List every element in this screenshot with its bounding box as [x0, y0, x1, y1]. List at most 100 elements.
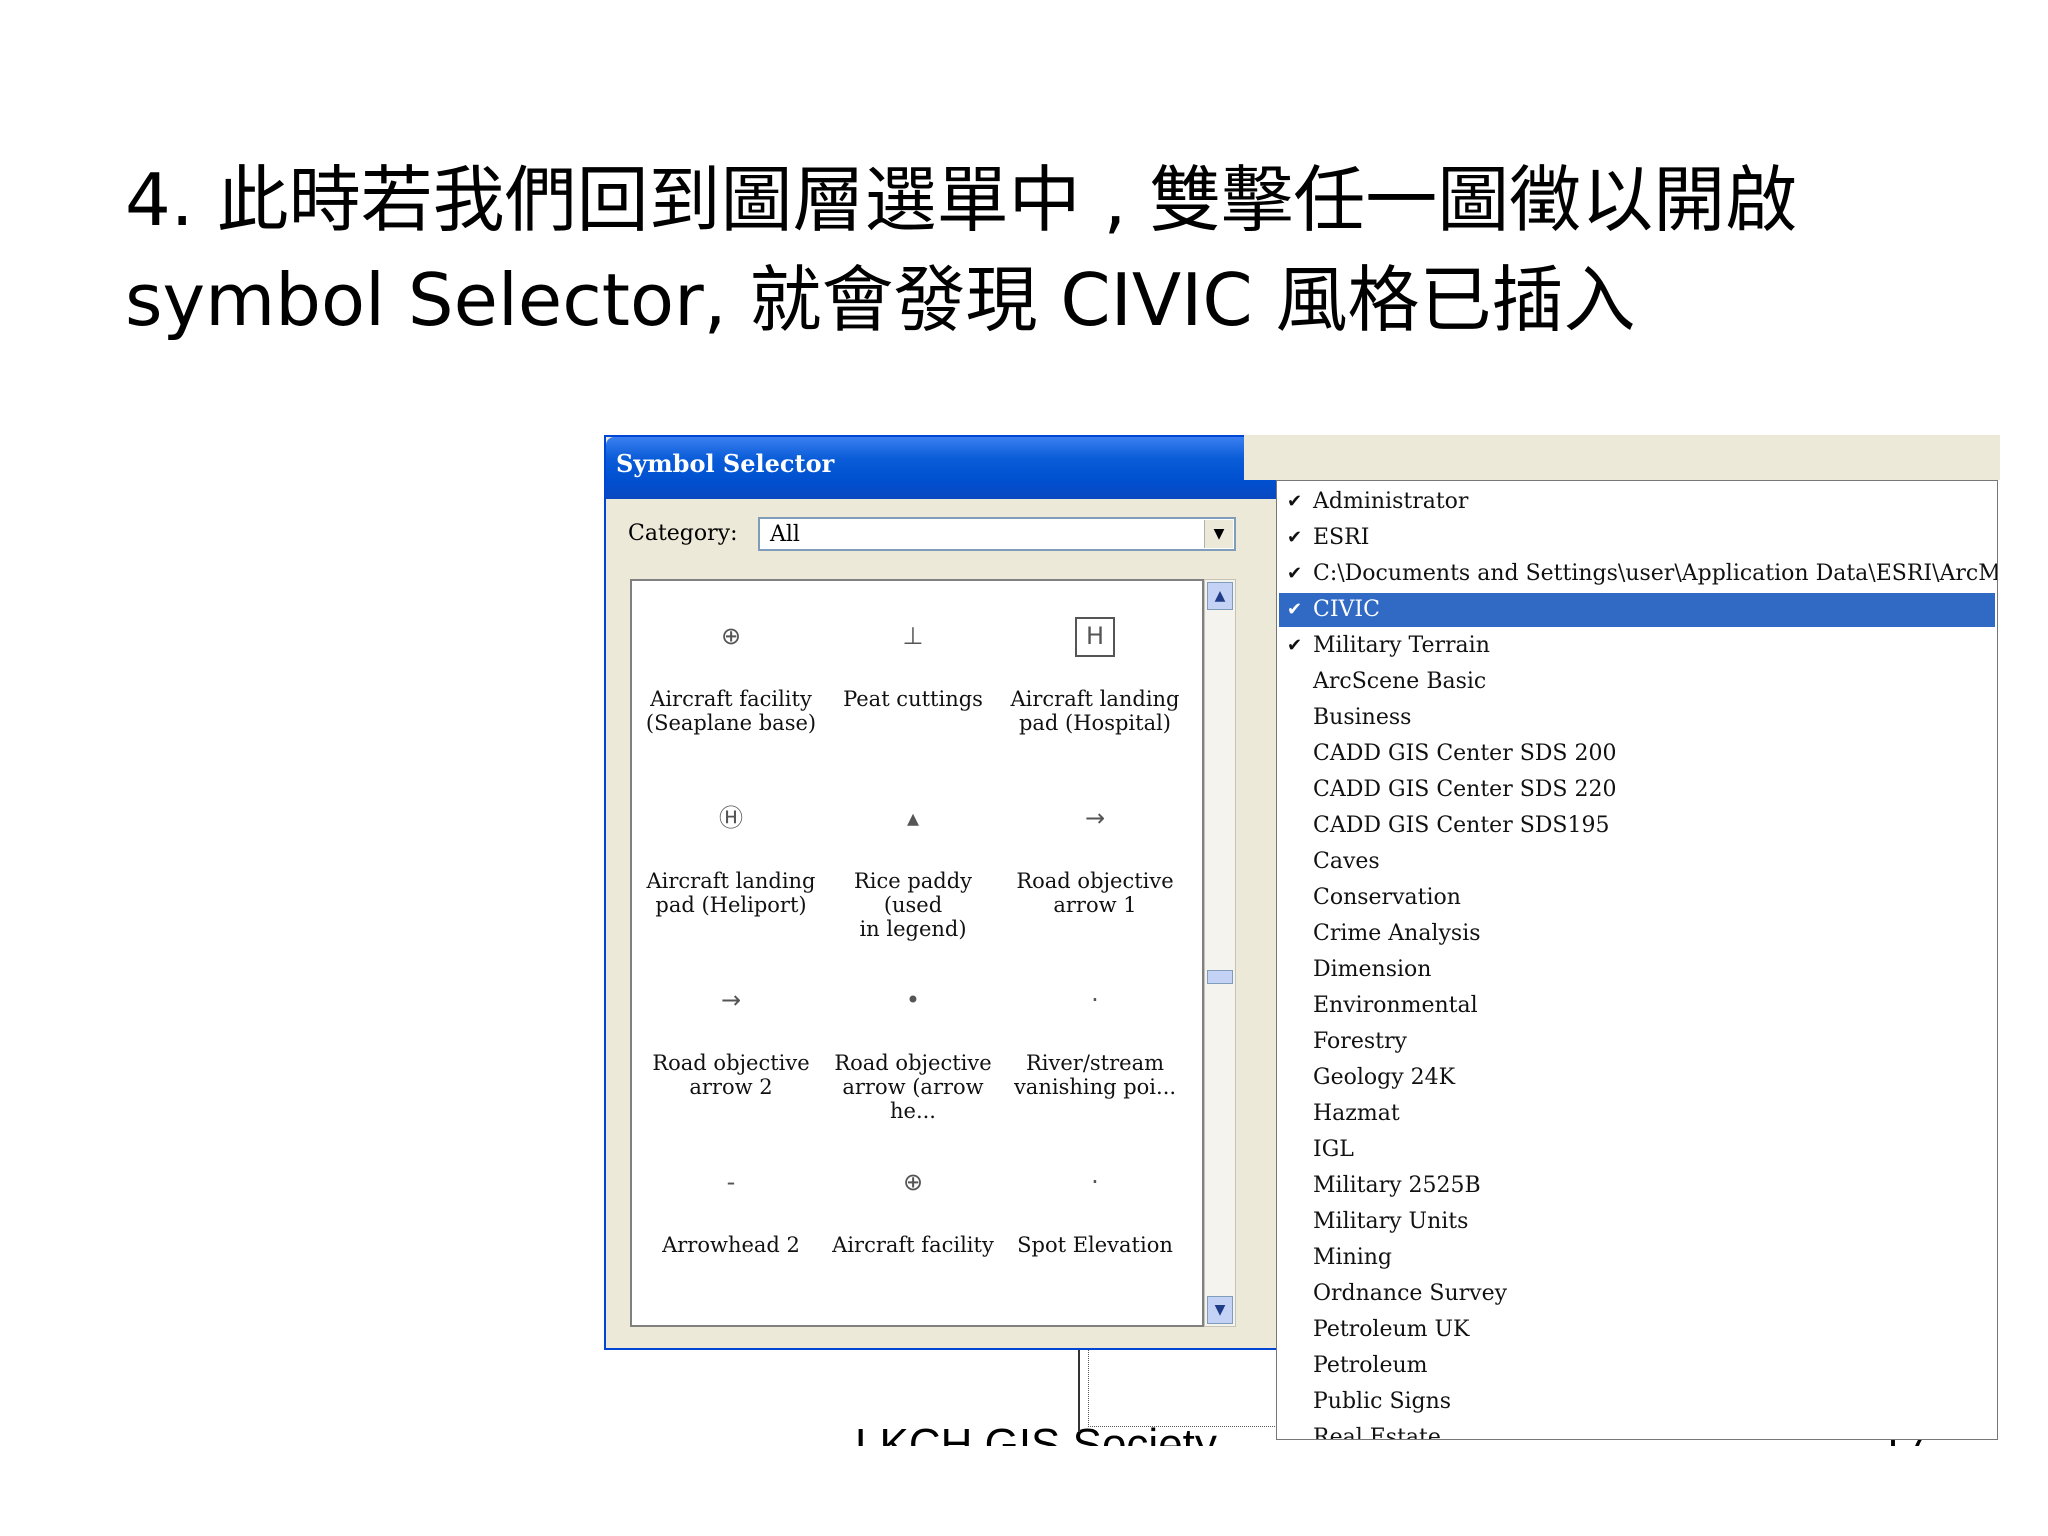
style-menu-item[interactable]: Geology 24K [1279, 1061, 1995, 1095]
style-menu-item[interactable]: Mining [1279, 1241, 1995, 1275]
symbol-cell[interactable]: · Spot Elevation [1004, 1147, 1186, 1327]
style-menu-item-label: Dimension [1313, 957, 1432, 982]
symbol-label: Road objective [1016, 869, 1174, 893]
style-menu-item-label: IGL [1313, 1137, 1354, 1162]
style-menu-item-label: CADD GIS Center SDS195 [1313, 813, 1610, 838]
symbol-label: Peat cuttings [843, 687, 983, 711]
style-menu-item-label: Military Terrain [1313, 633, 1490, 658]
spot-elevation-icon: · [1091, 1168, 1099, 1196]
checkmark-icon: ✔ [1287, 563, 1303, 584]
style-menu-item[interactable]: CADD GIS Center SDS195 [1279, 809, 1995, 843]
menu-connector-line [1078, 1350, 1080, 1432]
symbol-label-line-2: pad (Hospital) [1018, 711, 1172, 735]
symbol-cell[interactable]: ⊕ Aircraft facility [822, 1147, 1004, 1327]
symbol-label: River/stream [1025, 1051, 1165, 1075]
chevron-down-icon[interactable]: ▼ [1204, 520, 1233, 548]
scroll-thumb[interactable] [1207, 970, 1233, 984]
style-menu-item-label: CADD GIS Center SDS 200 [1313, 741, 1617, 766]
heliport-icon: Ⓗ [719, 804, 743, 832]
scroll-up-icon[interactable]: ▲ [1207, 582, 1233, 610]
symbol-label: Aircraft facility [650, 687, 812, 711]
symbol-cell[interactable]: • Road objective arrow (arrow he... [822, 965, 1004, 1145]
style-menu-item[interactable]: IGL [1279, 1133, 1995, 1167]
symbol-label-line-2: arrow (arrow he... [842, 1075, 984, 1123]
style-menu-item[interactable]: Military 2525B [1279, 1169, 1995, 1203]
symbol-label: Road objective [652, 1051, 810, 1075]
style-menu-item[interactable]: ✔ CIVIC [1279, 593, 1995, 627]
style-menu-item-label: Public Signs [1313, 1389, 1452, 1414]
symbol-cell[interactable]: ▴ Rice paddy (used in legend) [822, 783, 1004, 963]
checkmark-icon: ✔ [1287, 635, 1303, 656]
symbol-label-line-2: arrow 1 [1053, 893, 1137, 917]
road-arrow-2-icon: → [720, 986, 742, 1014]
style-menu-item[interactable]: Petroleum [1279, 1349, 1995, 1383]
style-menu-item-label: Real Estate [1313, 1425, 1441, 1440]
style-menu-item-label: Ordnance Survey [1313, 1281, 1508, 1306]
checkmark-icon: ✔ [1287, 491, 1303, 512]
symbol-label: Arrowhead 2 [662, 1233, 800, 1257]
symbol-label-line-2: arrow 2 [689, 1075, 773, 1099]
symbol-cell[interactable]: - Arrowhead 2 [640, 1147, 822, 1327]
symbol-grid: ⊕ Aircraft facility (Seaplane base) ⊥ Peat c… [630, 579, 1204, 1327]
style-menu-item[interactable]: Forestry [1279, 1025, 1995, 1059]
style-menu-item-label: C:\Documents and Settings\user\Applicati… [1313, 561, 1997, 586]
symbol-label-line-2: in legend) [859, 917, 967, 941]
style-menu-item[interactable]: Military Units [1279, 1205, 1995, 1239]
seaplane-base-icon: ⊕ [720, 622, 742, 650]
style-menu-item-label: Administrator [1313, 489, 1469, 514]
rice-paddy-icon: ▴ [906, 804, 920, 832]
style-menu-item[interactable]: Real Estate [1279, 1421, 1995, 1440]
style-menu-item[interactable]: ArcScene Basic [1279, 665, 1995, 699]
hospital-landing-pad-icon: H [1004, 601, 1186, 671]
style-menu-item[interactable]: ✔ C:\Documents and Settings\user\Applicat… [1279, 557, 1997, 591]
style-menu-item[interactable]: Ordnance Survey [1279, 1277, 1995, 1311]
style-menu-item[interactable]: CADD GIS Center SDS 200 [1279, 737, 1995, 771]
aircraft-facility-icon: ⊕ [902, 1168, 924, 1196]
style-menu-item-label: ESRI [1313, 525, 1370, 550]
style-menu-item[interactable]: Petroleum UK [1279, 1313, 1995, 1347]
category-value: All [770, 522, 800, 547]
road-arrow-1-icon: → [1084, 804, 1106, 832]
scroll-down-icon[interactable]: ▼ [1207, 1296, 1233, 1324]
symbol-cell[interactable]: H Aircraft landing pad (Hospital) [1004, 601, 1186, 781]
symbol-label-line-2: (Seaplane base) [645, 711, 817, 735]
style-menu-item-label: Military 2525B [1313, 1173, 1481, 1198]
symbol-cell[interactable]: · River/stream vanishing poi... [1004, 965, 1186, 1145]
symbol-label: Road objective [834, 1051, 992, 1075]
symbol-cell[interactable]: ⊕ Aircraft facility (Seaplane base) [640, 601, 822, 781]
symbol-grid-scrollbar[interactable]: ▲ ▼ [1204, 579, 1236, 1327]
style-references-menu: ✔ Administrator ✔ ESRI ✔ C:\Documents and Set… [1276, 480, 1998, 1440]
style-menu-item[interactable]: Business [1279, 701, 1995, 735]
symbol-label: Aircraft landing [646, 869, 816, 893]
slide-title-line-1: 4. 此時若我們回到圖層選單中 , 雙擊任一圖徵以開啟 [125, 158, 1798, 242]
style-menu-item-label: Military Units [1313, 1209, 1469, 1234]
style-menu-item[interactable]: Hazmat [1279, 1097, 1995, 1131]
symbol-cell[interactable]: → Road objective arrow 1 [1004, 783, 1186, 963]
style-menu-item[interactable]: Dimension [1279, 953, 1995, 987]
style-menu-item[interactable]: Conservation [1279, 881, 1995, 915]
style-menu-item-label: Business [1313, 705, 1412, 730]
dialog-title: Symbol Selector [616, 449, 835, 478]
symbol-cell[interactable]: ⊥ Peat cuttings [822, 601, 1004, 781]
menu-connector-frame [1088, 1350, 1279, 1427]
symbol-label: Aircraft landing [1010, 687, 1180, 711]
symbol-cell[interactable]: Ⓗ Aircraft landing pad (Heliport) [640, 783, 822, 963]
symbol-cell[interactable]: → Road objective arrow 2 [640, 965, 822, 1145]
style-menu-item[interactable]: Public Signs [1279, 1385, 1995, 1419]
style-menu-item[interactable]: ✔ Administrator [1279, 485, 1995, 519]
category-label: Category: [628, 521, 738, 546]
symbol-label: Spot Elevation [1017, 1233, 1173, 1257]
style-menu-item[interactable]: Environmental [1279, 989, 1995, 1023]
river-vanishing-icon: · [1091, 986, 1099, 1014]
slide-title: 4. 此時若我們回到圖層選單中 , 雙擊任一圖徵以開啟 symbol Selec… [125, 150, 1985, 350]
category-dropdown[interactable]: All ▼ [758, 517, 1236, 551]
style-menu-item[interactable]: Caves [1279, 845, 1995, 879]
style-menu-item-label: Mining [1313, 1245, 1393, 1270]
style-menu-item-label: CIVIC [1313, 597, 1380, 622]
style-menu-item[interactable]: Crime Analysis [1279, 917, 1995, 951]
style-menu-item[interactable]: ✔ ESRI [1279, 521, 1995, 555]
style-menu-item[interactable]: CADD GIS Center SDS 220 [1279, 773, 1995, 807]
arrowhead-icon: - [726, 1168, 736, 1196]
style-menu-item[interactable]: ✔ Military Terrain [1279, 629, 1995, 663]
style-menu-item-label: Geology 24K [1313, 1065, 1456, 1090]
